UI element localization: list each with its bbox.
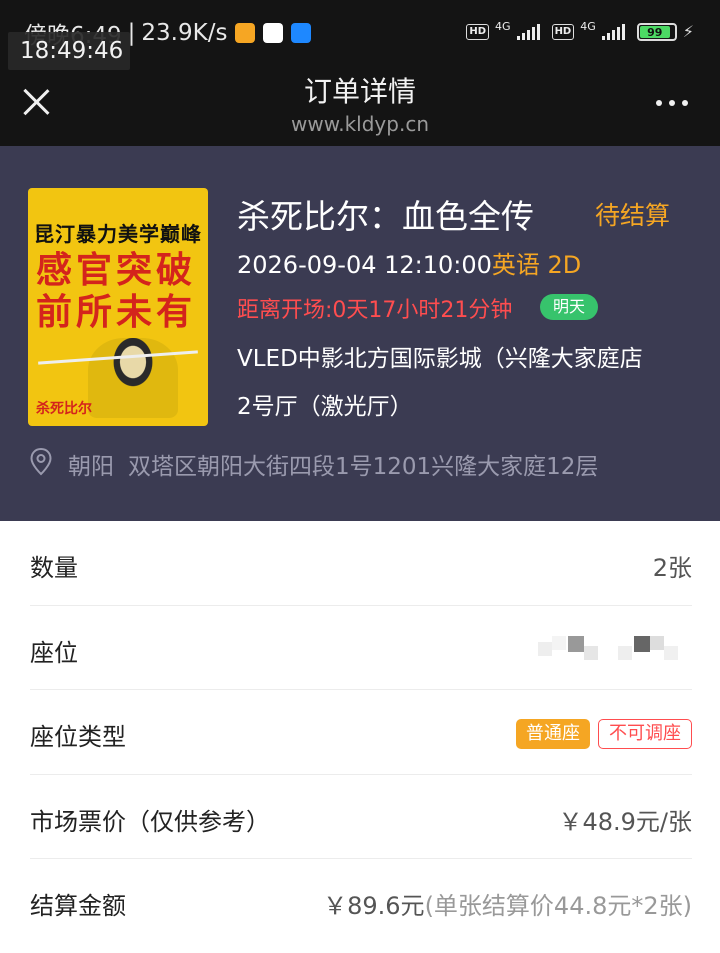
- cinema-name: VLED中影北方国际影城（兴隆大家庭店: [237, 346, 643, 372]
- showtime-datetime: 2026-09-04 12:10:00: [237, 251, 492, 279]
- showtime-language: 英语 2D: [491, 251, 582, 279]
- seat-type-label: 座位类型: [30, 723, 126, 751]
- poster-tagline: 昆汀暴力美学巅峰: [34, 222, 202, 246]
- seat-type-tag: 普通座: [516, 719, 590, 749]
- hd-icon: HD: [466, 23, 490, 40]
- page-url: www.kldyp.cn: [291, 112, 429, 136]
- notification-app-icon: [263, 23, 284, 43]
- market-price-value: ￥48.9元/张: [558, 807, 692, 836]
- hd-icon: HD: [551, 23, 575, 40]
- countdown-text: 距离开场:0天17小时21分钟: [237, 298, 513, 323]
- settle-label: 结算金额: [30, 892, 126, 920]
- detail-row-settlement: 结算金额 ￥89.6元(单张结算价44.8元*2张): [30, 859, 692, 944]
- settle-value: ￥89.6元: [323, 892, 425, 920]
- top-bar: 傍晚6:49 | 23.9K/s 18:49:46 HD 4G HD 4G 99…: [0, 0, 720, 146]
- market-price-label: 市场票价（仅供参考）: [30, 807, 270, 836]
- poster-headline-line: 前所未有: [36, 292, 197, 333]
- showtime: 2026-09-04 12:10:00英语 2D: [237, 245, 581, 280]
- order-details: 数量 2张 座位 座位类型 普通座 不可调座 市场票价（仅供参考） ￥48.9元/…: [30, 521, 692, 944]
- poster-headline: 感官突破 前所未有: [36, 250, 196, 334]
- network-type: 4G: [580, 20, 596, 33]
- notification-app-icon: [235, 23, 256, 43]
- order-status: 待结算: [594, 201, 670, 230]
- detail-row-seat: 座位: [30, 606, 692, 690]
- battery-level: 99: [639, 25, 670, 39]
- day-badge: 明天: [540, 294, 598, 320]
- battery-icon: 99: [636, 22, 677, 41]
- quantity-value: 2张: [652, 554, 692, 582]
- detail-row-seat-type: 座位类型 普通座 不可调座: [30, 690, 692, 775]
- settle-detail: (单张结算价44.8元*2张): [424, 892, 692, 920]
- address-street: 双塔区朝阳大街四段1号1201兴隆大家庭12层: [128, 454, 599, 480]
- movie-title: 杀死比尔：血色全传: [237, 197, 534, 236]
- address-district: 朝阳: [68, 454, 114, 480]
- detail-row-market-price: 市场票价（仅供参考） ￥48.9元/张: [30, 775, 692, 859]
- poster-figure: [88, 338, 178, 418]
- seat-change-tag: 不可调座: [598, 719, 692, 749]
- settle-amount: ￥89.6元(单张结算价44.8元*2张): [323, 886, 692, 921]
- quantity-label: 数量: [30, 554, 78, 582]
- page-title: 订单详情: [303, 75, 416, 108]
- signal-icon: [516, 23, 540, 40]
- hall-name: 2号厅（激光厅）: [237, 394, 413, 420]
- detail-row-quantity: 数量 2张: [30, 521, 692, 606]
- network-type: 4G: [495, 20, 511, 33]
- seat-label: 座位: [30, 638, 78, 667]
- notification-app-icon: [291, 23, 312, 43]
- seat-type-tags: 普通座 不可调座: [516, 717, 692, 749]
- seat-value-redacted: [538, 635, 688, 666]
- more-icon[interactable]: [656, 100, 688, 106]
- poster-logo: 杀死比尔: [36, 401, 92, 417]
- signal-icon: [601, 23, 625, 40]
- location-pin-icon: [30, 448, 52, 476]
- movie-poster: 昆汀暴力美学巅峰 感官突破 前所未有 杀死比尔: [28, 188, 208, 426]
- cinema-address[interactable]: 朝阳 双塔区朝阳大街四段1号1201兴隆大家庭12层: [68, 447, 598, 481]
- poster-headline-line: 感官突破: [36, 250, 197, 291]
- clock-overlay: 18:49:46: [8, 32, 130, 70]
- network-speed: 23.9K/s: [141, 20, 228, 46]
- status-bar-right: HD 4G HD 4G 99 ⚡: [466, 20, 694, 43]
- charging-icon: ⚡: [682, 22, 694, 41]
